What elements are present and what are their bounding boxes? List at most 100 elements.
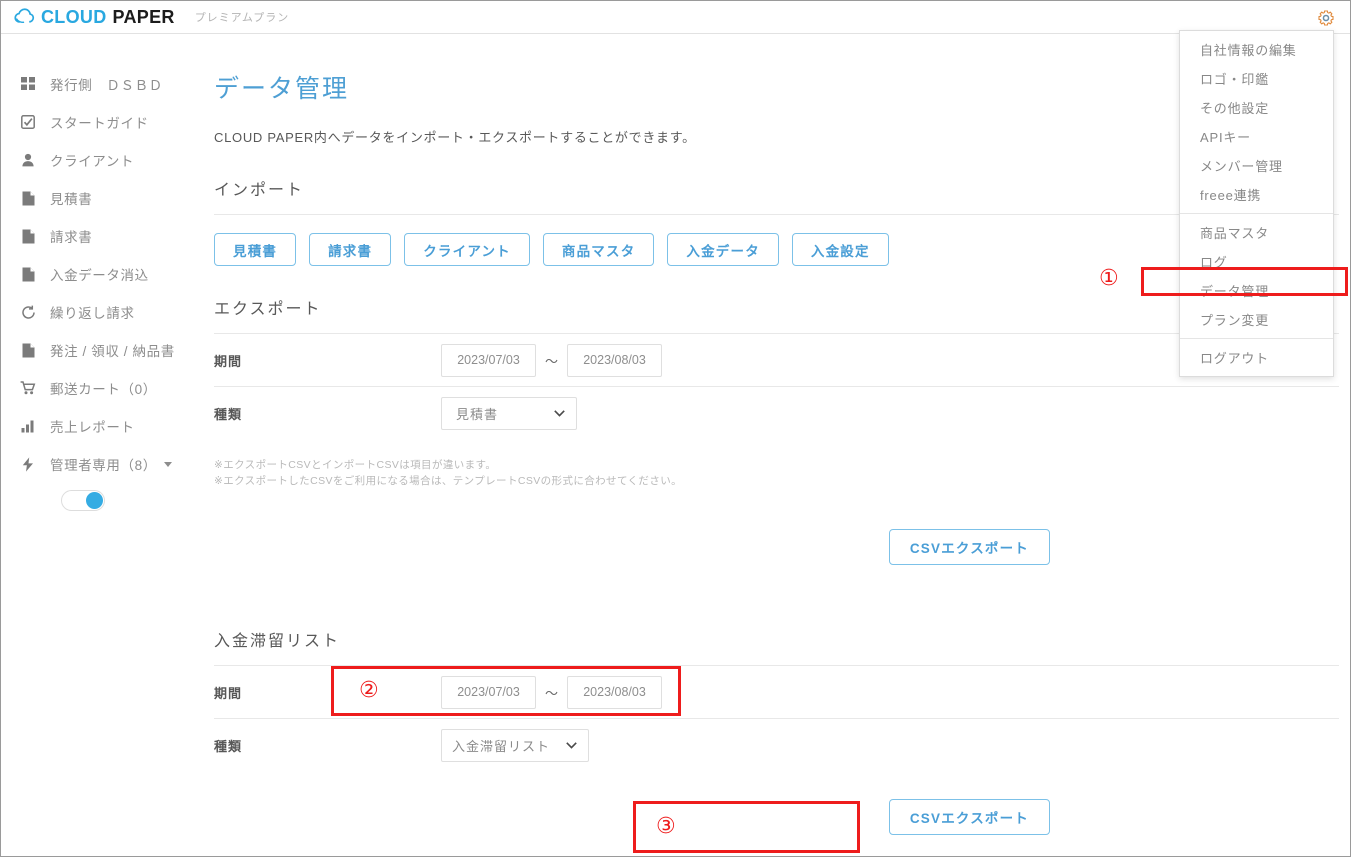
- export-period-row: 期間 ～: [214, 334, 1339, 387]
- grid-icon: [18, 77, 38, 91]
- sidebar-item-admin-only[interactable]: 管理者専用（8）: [2, 445, 202, 483]
- sidebar-item-label: 繰り返し請求: [50, 306, 135, 321]
- export-type-select[interactable]: 見積書: [441, 397, 577, 430]
- delinquency-type-row: 種類 入金滞留リスト: [214, 719, 1339, 772]
- import-button-quotation[interactable]: 見積書: [214, 233, 297, 266]
- menu-item-api-key[interactable]: APIキー: [1180, 122, 1333, 151]
- menu-item-freee-integration[interactable]: freee連携: [1180, 180, 1333, 209]
- bar-chart-icon: [18, 419, 38, 433]
- delinquency-type-select[interactable]: 入金滞留リスト: [441, 729, 589, 762]
- export-date-to-input[interactable]: [567, 343, 663, 377]
- import-buttons-row: 見積書 請求書 クライアント 商品マスタ 入金データ 入金設定: [214, 233, 1339, 266]
- sidebar-item-order-receipt-delivery[interactable]: 発注 / 領収 / 納品書: [2, 331, 202, 369]
- import-button-client[interactable]: クライアント: [404, 233, 530, 266]
- document-icon: [18, 343, 38, 358]
- import-button-product-master[interactable]: 商品マスタ: [542, 233, 655, 266]
- export-note-line-2: ※エクスポートしたCSVをご利用になる場合は、テンプレートCSVの形式に合わせて…: [214, 475, 683, 487]
- date-range-separator: ～: [545, 685, 559, 701]
- menu-item-logout[interactable]: ログアウト: [1180, 343, 1333, 372]
- sidebar-item-label: 請求書: [50, 230, 93, 245]
- sidebar-item-label: 郵送カート（0）: [50, 382, 157, 397]
- refresh-icon: [18, 305, 38, 320]
- sidebar-item-start-guide[interactable]: スタートガイド: [2, 103, 202, 141]
- sidebar-item-recurring-billing[interactable]: 繰り返し請求: [2, 293, 202, 331]
- page-title: データ管理: [214, 75, 350, 103]
- delinquency-date-from-input[interactable]: [441, 675, 536, 709]
- export-button-row: CSVエクスポート: [214, 529, 1339, 565]
- date-range-separator: ～: [545, 353, 559, 369]
- menu-divider: [1180, 338, 1333, 339]
- logo-text-paper: PAPER: [112, 6, 175, 27]
- sidebar-item-client[interactable]: クライアント: [2, 141, 202, 179]
- sidebar-item-label: 見積書: [50, 192, 93, 207]
- sidebar-item-label: 管理者専用（8）: [50, 458, 157, 473]
- menu-item-product-master[interactable]: 商品マスタ: [1180, 218, 1333, 247]
- export-note-line-1: ※エクスポートCSVとインポートCSVは項目が違います。: [214, 459, 497, 471]
- document-icon: [18, 229, 38, 244]
- logo-text-cloud: CLOUD: [41, 6, 107, 27]
- sidebar-item-label: 発注 / 領収 / 納品書: [50, 344, 175, 359]
- bolt-icon: [18, 456, 38, 472]
- sidebar-item-issuer[interactable]: 発行側 ＤＳＢＤ: [2, 65, 202, 103]
- sidebar-item-invoice[interactable]: 請求書: [2, 217, 202, 255]
- sidebar-item-mail-cart[interactable]: 郵送カート（0）: [2, 369, 202, 407]
- sidebar-item-sales-report[interactable]: 売上レポート: [2, 407, 202, 445]
- export-type-label: 種類: [214, 407, 243, 422]
- delinquency-section-title: 入金滞留リスト: [214, 633, 341, 650]
- cart-icon: [18, 381, 38, 395]
- sidebar-item-payment-reconcile[interactable]: 入金データ消込: [2, 255, 202, 293]
- page-description: CLOUD PAPER内へデータをインポート・エクスポートすることができます。: [214, 130, 696, 145]
- menu-item-log[interactable]: ログ: [1180, 247, 1333, 276]
- import-button-invoice[interactable]: 請求書: [309, 233, 392, 266]
- gear-icon[interactable]: [1316, 8, 1336, 28]
- delinquency-button-row: CSVエクスポート: [214, 799, 1339, 835]
- delinquency-date-to-input[interactable]: [567, 675, 663, 709]
- section-divider: [214, 214, 1339, 215]
- export-date-from-input[interactable]: [441, 343, 536, 377]
- document-icon: [18, 191, 38, 206]
- menu-item-member-management[interactable]: メンバー管理: [1180, 151, 1333, 180]
- cloud-logo-icon: [14, 8, 35, 24]
- export-type-value: 見積書: [456, 407, 499, 422]
- toggle-knob: [86, 491, 103, 509]
- sidebar-item-label: 入金データ消込: [50, 268, 149, 283]
- menu-item-data-management[interactable]: データ管理: [1180, 276, 1333, 305]
- person-icon: [18, 153, 38, 167]
- export-csv-button[interactable]: CSVエクスポート: [888, 529, 1050, 565]
- export-notes: ※エクスポートCSVとインポートCSVは項目が違います。 ※エクスポートしたCS…: [214, 457, 1339, 489]
- chevron-down-icon: [554, 410, 565, 417]
- app-window: CLOUD PAPER プレミアムプラン 発行側 ＤＳＢＤ スタートガイド クラ…: [0, 0, 1351, 857]
- import-section-title: インポート: [214, 182, 305, 199]
- sidebar-item-label: 売上レポート: [50, 420, 135, 435]
- export-section-title: エクスポート: [214, 301, 322, 318]
- settings-dropdown-menu: 自社情報の編集 ロゴ・印鑑 その他設定 APIキー メンバー管理 freee連携…: [1179, 30, 1334, 377]
- sidebar: 発行側 ＤＳＢＤ スタートガイド クライアント 見積書 請求書 入金データ消込 …: [2, 35, 202, 856]
- chevron-down-icon: [566, 742, 577, 749]
- checkbox-icon: [18, 115, 38, 129]
- import-button-payment-settings[interactable]: 入金設定: [791, 233, 889, 266]
- app-header: CLOUD PAPER プレミアムプラン: [1, 1, 1350, 34]
- menu-item-company-info[interactable]: 自社情報の編集: [1180, 35, 1333, 64]
- menu-item-other-settings[interactable]: その他設定: [1180, 93, 1333, 122]
- chevron-down-icon[interactable]: [163, 461, 172, 467]
- gear-icon-svg: [1318, 10, 1334, 26]
- sidebar-item-label: クライアント: [50, 154, 135, 169]
- delinquency-period-row: 期間 ～: [214, 666, 1339, 719]
- delinquency-type-value: 入金滞留リスト: [452, 739, 551, 754]
- export-period-label: 期間: [214, 353, 243, 369]
- menu-item-logo-seal[interactable]: ロゴ・印鑑: [1180, 64, 1333, 93]
- menu-divider: [1180, 213, 1333, 214]
- brand-logo[interactable]: CLOUD PAPER: [13, 7, 175, 28]
- admin-toggle-row: [2, 483, 202, 517]
- admin-mode-toggle[interactable]: [61, 489, 105, 511]
- delinquency-export-csv-button[interactable]: CSVエクスポート: [888, 799, 1050, 835]
- sidebar-item-quotation[interactable]: 見積書: [2, 179, 202, 217]
- menu-item-plan-change[interactable]: プラン変更: [1180, 305, 1333, 334]
- sidebar-item-label: スタートガイド: [50, 116, 149, 131]
- import-button-payment-data[interactable]: 入金データ: [667, 233, 779, 266]
- delinquency-type-label: 種類: [214, 739, 243, 754]
- export-type-row: 種類 見積書: [214, 387, 1339, 440]
- document-icon: [18, 267, 38, 282]
- sidebar-item-label: 発行側 ＤＳＢＤ: [50, 78, 163, 93]
- delinquency-period-label: 期間: [214, 685, 243, 701]
